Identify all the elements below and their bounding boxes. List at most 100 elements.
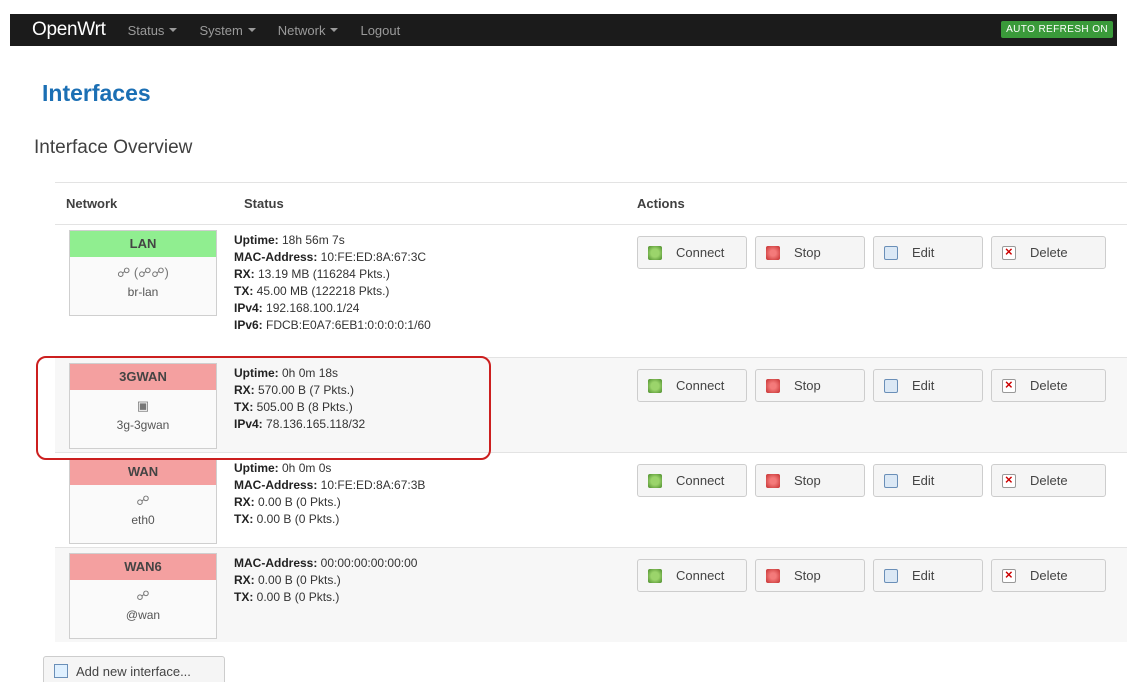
status-line: Uptime: 0h 0m 0s: [234, 460, 425, 477]
status-label: IPv4:: [234, 301, 263, 315]
chevron-down-icon: [330, 28, 339, 32]
menu-logout[interactable]: Logout: [360, 23, 400, 38]
page-title: Interfaces: [42, 80, 151, 106]
delete-label: Delete: [1030, 378, 1068, 393]
status-line: TX: 0.00 B (0 Pkts.): [234, 589, 417, 606]
stop-button[interactable]: Stop: [755, 464, 865, 497]
navbar: OpenWrt Status System Network Logout AUT…: [10, 14, 1117, 46]
add-icon: [54, 664, 68, 678]
status-label: RX:: [234, 267, 255, 281]
add-interface-label: Add new interface...: [76, 663, 191, 679]
interface-status: Uptime: 18h 56m 7s MAC-Address: 10:FE:ED:…: [234, 232, 431, 334]
connect-icon: [648, 245, 662, 260]
status-line: RX: 0.00 B (0 Pkts.): [234, 572, 417, 589]
stop-label: Stop: [794, 245, 821, 260]
status-value: 0.00 B (0 Pkts.): [253, 512, 340, 526]
edit-icon: [884, 245, 898, 260]
status-label: Uptime:: [234, 461, 279, 475]
interface-device-icon: ☍: [136, 493, 150, 508]
edit-label: Edit: [912, 568, 935, 583]
table-row: LAN ☍ (☍☍) br-lan Uptime: 18h 56m 7s MAC-…: [55, 224, 1127, 357]
status-value: 0.00 B (0 Pkts.): [254, 495, 341, 509]
edit-label: Edit: [912, 473, 935, 488]
section-title: Interface Overview: [34, 137, 193, 158]
status-label: TX:: [234, 590, 254, 604]
menu-network-label: Network: [277, 22, 326, 38]
delete-button[interactable]: Delete: [991, 236, 1106, 269]
status-line: MAC-Address: 00:00:00:00:00:00: [234, 555, 417, 572]
delete-icon: [1002, 377, 1016, 393]
interface-badge[interactable]: LAN ☍ (☍☍) br-lan: [69, 230, 217, 316]
edit-icon: [884, 568, 898, 583]
edit-button[interactable]: Edit: [873, 464, 983, 497]
row-actions: Connect Stop Edit Delete: [637, 559, 1114, 592]
menu-status[interactable]: Status: [128, 23, 178, 38]
stop-icon: [766, 473, 780, 488]
delete-button[interactable]: Delete: [991, 369, 1106, 402]
delete-label: Delete: [1030, 473, 1068, 488]
connect-label: Connect: [676, 473, 725, 488]
delete-label: Delete: [1030, 245, 1068, 260]
edit-button[interactable]: Edit: [873, 559, 983, 592]
connect-button[interactable]: Connect: [637, 236, 747, 269]
chevron-down-icon: [169, 28, 178, 32]
interface-name: LAN: [70, 231, 216, 257]
connect-label: Connect: [676, 568, 725, 583]
status-label: MAC-Address:: [234, 250, 318, 264]
connect-button[interactable]: Connect: [637, 369, 747, 402]
status-line: MAC-Address: 10:FE:ED:8A:67:3C: [234, 249, 431, 266]
interface-device-name: eth0: [131, 513, 155, 527]
menu-system-label: System: [199, 22, 243, 38]
status-label: Uptime:: [234, 233, 279, 247]
delete-icon: [1002, 472, 1016, 488]
stop-button[interactable]: Stop: [755, 559, 865, 592]
top-bar: OpenWrt Status System Network Logout AUT…: [0, 0, 1127, 56]
stop-label: Stop: [794, 378, 821, 393]
delete-button[interactable]: Delete: [991, 559, 1106, 592]
edit-button[interactable]: Edit: [873, 236, 983, 269]
header-status: Status: [244, 196, 284, 211]
connect-button[interactable]: Connect: [637, 464, 747, 497]
status-value: 192.168.100.1/24: [262, 301, 360, 315]
menu-network[interactable]: Network: [278, 23, 339, 38]
interface-device-name: br-lan: [127, 285, 159, 299]
header-actions: Actions: [637, 196, 685, 211]
auto-refresh-badge[interactable]: AUTO REFRESH ON: [1001, 21, 1113, 38]
delete-icon: [1002, 244, 1016, 260]
connect-icon: [648, 473, 662, 488]
interface-status: Uptime: 0h 0m 0s MAC-Address: 10:FE:ED:8A…: [234, 460, 425, 528]
interface-status: MAC-Address: 00:00:00:00:00:00 RX: 0.00 B…: [234, 555, 417, 606]
connect-icon: [648, 378, 662, 393]
interface-badge[interactable]: WAN ☍ eth0: [69, 458, 217, 544]
edit-icon: [884, 378, 898, 393]
interface-name: WAN6: [70, 554, 216, 580]
add-interface-button[interactable]: Add new interface...: [43, 656, 225, 682]
interface-badge[interactable]: WAN6 ☍ @wan: [69, 553, 217, 639]
status-label: TX:: [234, 512, 254, 526]
row-actions: Connect Stop Edit Delete: [637, 236, 1114, 269]
menu-status-label: Status: [127, 22, 165, 38]
stop-button[interactable]: Stop: [755, 236, 865, 269]
chevron-down-icon: [247, 28, 256, 32]
status-line: TX: 0.00 B (0 Pkts.): [234, 511, 425, 528]
status-value: FDCB:E0A7:6EB1:0:0:0:0:1/60: [262, 318, 431, 332]
brand-logo[interactable]: OpenWrt: [32, 19, 106, 41]
table-header: Network Status Actions: [55, 182, 1127, 224]
status-label: RX:: [234, 495, 255, 509]
status-value: 00:00:00:00:00:00: [317, 556, 418, 570]
interface-name: WAN: [70, 459, 216, 485]
edit-button[interactable]: Edit: [873, 369, 983, 402]
connect-button[interactable]: Connect: [637, 559, 747, 592]
edit-label: Edit: [912, 245, 935, 260]
interface-device-icon: ☍: [136, 588, 150, 603]
menu-system[interactable]: System: [199, 22, 256, 38]
stop-button[interactable]: Stop: [755, 369, 865, 402]
delete-label: Delete: [1030, 568, 1068, 583]
row-actions: Connect Stop Edit Delete: [637, 464, 1114, 497]
status-line: MAC-Address: 10:FE:ED:8A:67:3B: [234, 477, 425, 494]
status-value: 45.00 MB (122218 Pkts.): [253, 284, 390, 298]
status-line: RX: 13.19 MB (116284 Pkts.): [234, 266, 431, 283]
status-line: IPv6: FDCB:E0A7:6EB1:0:0:0:0:1/60: [234, 317, 431, 334]
delete-button[interactable]: Delete: [991, 464, 1106, 497]
status-value: 10:FE:ED:8A:67:3B: [317, 478, 426, 492]
